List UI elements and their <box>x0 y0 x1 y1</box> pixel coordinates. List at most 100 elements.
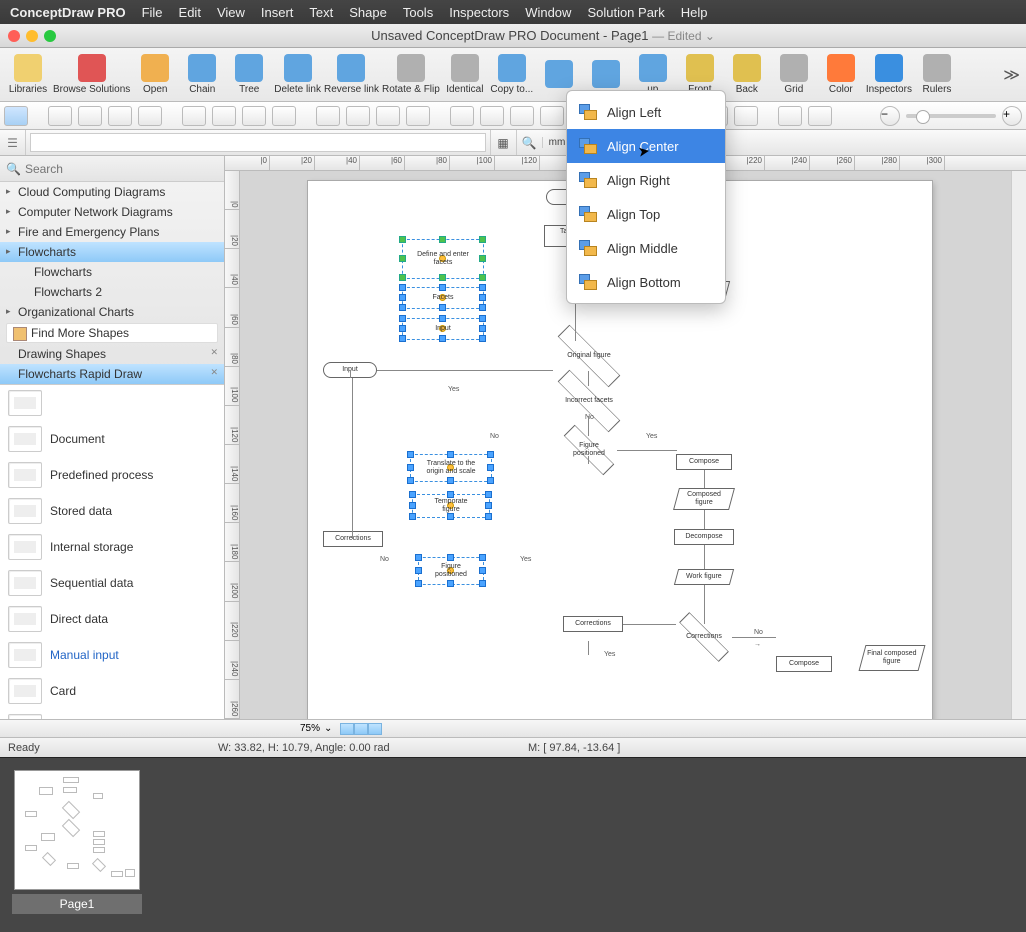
path-polyline-tool[interactable] <box>480 106 504 126</box>
tree-item[interactable]: Flowcharts <box>0 262 224 282</box>
connector-line[interactable] <box>588 641 589 655</box>
connector-line[interactable] <box>377 370 553 371</box>
flowchart-para[interactable]: Work figure <box>674 569 734 585</box>
menu-inspectors[interactable]: Inspectors <box>449 5 509 20</box>
tree-item[interactable]: Flowcharts 2 <box>0 282 224 302</box>
quick-input[interactable] <box>30 133 486 152</box>
connector-line[interactable] <box>704 470 705 488</box>
tree-item[interactable]: Flowcharts Rapid Draw <box>0 364 224 384</box>
shape-list-item[interactable] <box>0 385 224 421</box>
connector-smart-tool[interactable] <box>212 106 236 126</box>
align-align-left[interactable]: Align Left <box>567 95 725 129</box>
tree-item[interactable]: Flowcharts <box>0 242 224 262</box>
connector-line[interactable] <box>352 378 353 531</box>
toolbar-browse[interactable]: Browse Solutions <box>53 54 130 95</box>
tree-item[interactable]: Organizational Charts <box>0 302 224 322</box>
shape-list-item[interactable]: Manual input <box>0 637 224 673</box>
flowchart-rect[interactable]: Corrections <box>563 616 623 632</box>
toolbar-reverse-link[interactable]: Reverse link <box>324 54 379 95</box>
align-align-top[interactable]: Align Top <box>567 197 725 231</box>
arrange-tool[interactable] <box>734 106 758 126</box>
table-tool[interactable] <box>406 106 430 126</box>
align-align-bottom[interactable]: Align Bottom <box>567 265 725 299</box>
toolbar-item[interactable] <box>537 60 581 90</box>
text-tool[interactable] <box>108 106 132 126</box>
flowchart-para[interactable]: Final composedfigure <box>859 645 926 671</box>
menu-solution-park[interactable]: Solution Park <box>587 5 664 20</box>
rect-tool[interactable] <box>48 106 72 126</box>
eyedropper-tool[interactable] <box>778 106 802 126</box>
connector-arc-tool[interactable] <box>242 106 266 126</box>
group-tool[interactable] <box>376 106 400 126</box>
shape-list-item[interactable]: Sequential data <box>0 565 224 601</box>
shape-list-item[interactable]: Stored data <box>0 493 224 529</box>
line-tool[interactable] <box>138 106 162 126</box>
menu-window[interactable]: Window <box>525 5 571 20</box>
shape-list-item[interactable]: Document <box>0 421 224 457</box>
shape-list-item[interactable]: Internal storage <box>0 529 224 565</box>
menu-shape[interactable]: Shape <box>349 5 387 20</box>
close-window-icon[interactable] <box>8 30 20 42</box>
selected-shape[interactable]: Input <box>402 318 484 340</box>
connector-line[interactable] <box>588 371 589 386</box>
toolbar-overflow-icon[interactable]: ≫ <box>1003 65 1020 85</box>
toolbar-open[interactable]: Open <box>133 54 177 95</box>
selected-shape[interactable]: Figurepositioned <box>418 557 484 585</box>
toolbar-item[interactable] <box>584 60 628 90</box>
selected-shape[interactable]: Translate to theorigin and scale <box>410 454 492 482</box>
flowchart-diamond[interactable]: Corrections <box>676 624 732 650</box>
flowchart-rect[interactable]: Corrections <box>323 531 383 547</box>
flowchart-rect[interactable]: Compose <box>776 656 832 672</box>
connector-line[interactable] <box>704 510 705 529</box>
connector-straight-tool[interactable] <box>182 106 206 126</box>
path-line-tool[interactable] <box>450 106 474 126</box>
menu-help[interactable]: Help <box>681 5 708 20</box>
connector-line[interactable] <box>617 450 677 451</box>
toolbar-back[interactable]: Back <box>725 54 769 95</box>
connector-bezier-tool[interactable] <box>272 106 296 126</box>
shape-list-item[interactable]: Paper tape <box>0 709 224 719</box>
menu-file[interactable]: File <box>142 5 163 20</box>
flowchart-rect[interactable]: Compose <box>676 454 732 470</box>
page-thumbnail[interactable]: Page1 <box>12 770 142 920</box>
zoom-dropdown-icon[interactable]: ⌄ <box>324 723 332 734</box>
toolbar-rulers[interactable]: Rulers <box>915 54 959 95</box>
connector-line[interactable] <box>588 456 589 464</box>
flowchart-diamond[interactable]: Original figure <box>553 341 625 371</box>
toolbar-rotate-flip[interactable]: Rotate & Flip <box>382 54 440 95</box>
minimize-window-icon[interactable] <box>26 30 38 42</box>
shape-list-item[interactable]: Predefined process <box>0 457 224 493</box>
zoom-window-icon[interactable] <box>44 30 56 42</box>
connector-line[interactable] <box>704 585 705 624</box>
shape-list-item[interactable]: Card <box>0 673 224 709</box>
ellipse-tool[interactable] <box>78 106 102 126</box>
align-align-right[interactable]: Align Right <box>567 163 725 197</box>
toolbar-libraries[interactable]: Libraries <box>6 54 50 95</box>
tree-item[interactable]: Fire and Emergency Plans <box>0 222 224 242</box>
toolbar-front[interactable]: Front <box>678 54 722 95</box>
page-tabs[interactable] <box>340 723 382 735</box>
tree-item[interactable]: Cloud Computing Diagrams <box>0 182 224 202</box>
zoom-value[interactable]: 75% <box>300 723 320 734</box>
panel-toggle-icon[interactable]: ☰ <box>0 130 26 155</box>
toolbar-group[interactable]: up <box>631 54 675 95</box>
pointer-tool[interactable] <box>4 106 28 126</box>
search-panel-icon[interactable]: 🔍 <box>516 130 542 155</box>
menu-text[interactable]: Text <box>309 5 333 20</box>
format-painter-tool[interactable] <box>808 106 832 126</box>
shape-list-item[interactable]: Direct data <box>0 601 224 637</box>
zoom-out-icon[interactable]: − <box>880 106 900 126</box>
menu-edit[interactable]: Edit <box>179 5 201 20</box>
zoom-in-icon[interactable]: + <box>1002 106 1022 126</box>
flowchart-para[interactable]: Composedfigure <box>673 488 735 510</box>
menu-insert[interactable]: Insert <box>261 5 294 20</box>
connector-line[interactable] <box>588 416 589 436</box>
tree-item[interactable]: Find More Shapes <box>6 323 218 343</box>
tree-item[interactable]: Computer Network Diagrams <box>0 202 224 222</box>
grid-view-icon[interactable]: ▦ <box>490 130 516 155</box>
connector-line[interactable] <box>350 370 351 378</box>
zoom-slider[interactable] <box>906 114 996 118</box>
tree-item[interactable]: Drawing Shapes <box>0 344 224 364</box>
selected-shape[interactable]: Temporatefigure <box>412 494 490 518</box>
align-align-middle[interactable]: Align Middle <box>567 231 725 265</box>
